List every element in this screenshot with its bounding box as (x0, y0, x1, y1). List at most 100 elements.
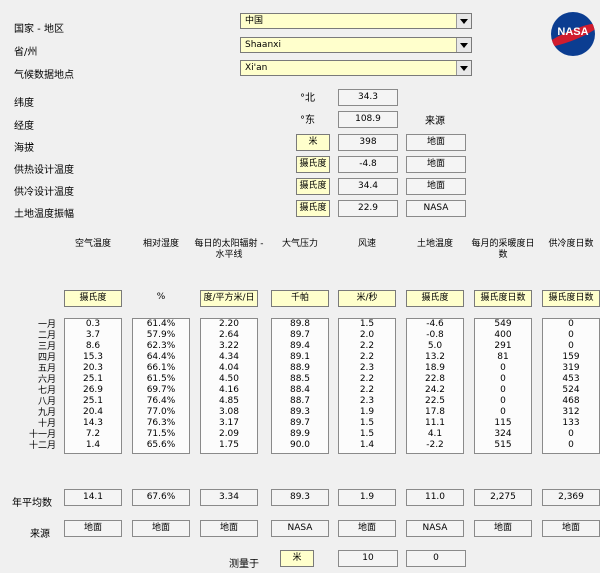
nasa-logo: NASA (551, 12, 595, 56)
annual-value: 14.1 (64, 489, 122, 506)
cool-design-unit[interactable]: 摄氏度 (296, 178, 330, 195)
monthly-value: 71.5% (146, 429, 176, 439)
country-value: 中国 (245, 16, 264, 26)
monthly-value: 0 (500, 396, 506, 406)
cool-design-value: 34.4 (338, 178, 398, 195)
monthly-value: 0 (568, 429, 574, 439)
monthly-value: 1.5 (359, 418, 375, 428)
monthly-value: 24.2 (424, 385, 446, 395)
country-select[interactable]: 中国 (240, 13, 472, 29)
month-labels: 一月 二月 三月 四月 五月 六月 七月 八月 九月 十月 十一月 十二月 (18, 320, 56, 452)
column-source: NASA (271, 520, 329, 537)
column-unit[interactable]: 摄氏度 (64, 290, 122, 307)
annual-value: 1.9 (338, 489, 396, 506)
elevation-label: 海拔 (14, 143, 34, 154)
monthly-value: 1.75 (218, 440, 240, 450)
monthly-value: 319 (562, 363, 580, 373)
monthly-value: 89.4 (289, 341, 311, 351)
heat-design-label: 供热设计温度 (14, 165, 74, 176)
monthly-value: 25.1 (82, 374, 104, 384)
monthly-values-column: 1.5 2.0 2.2 2.2 2.3 2.2 2.2 2.3 1.9 1.5 1.5 1.4 (338, 318, 396, 454)
column-source: 地面 (338, 520, 396, 537)
monthly-value: 1.5 (359, 319, 375, 329)
monthly-value: 61.5% (146, 374, 176, 384)
annual-value: 11.0 (406, 489, 464, 506)
monthly-value: 4.50 (218, 374, 240, 384)
monthly-value: -2.2 (426, 440, 444, 450)
latitude-value: 34.3 (338, 89, 398, 106)
monthly-value: 2.2 (359, 341, 375, 351)
source-header: 来源 (425, 116, 445, 127)
monthly-values-column: 549 400 291 81 0 0 0 0 0 115 324 515 (474, 318, 532, 454)
monthly-value: 0 (568, 330, 574, 340)
monthly-value: 5.0 (427, 341, 443, 351)
annual-value: 67.6% (132, 489, 190, 506)
monthly-value: 61.4% (146, 319, 176, 329)
monthly-value: 89.9 (289, 429, 311, 439)
annual-value: 3.34 (200, 489, 258, 506)
month-label: 十月 (37, 419, 56, 429)
heat-design-unit[interactable]: 摄氏度 (296, 156, 330, 173)
monthly-value: 2.09 (218, 429, 240, 439)
monthly-value: 13.2 (424, 352, 446, 362)
monthly-value: 468 (562, 396, 580, 406)
month-label: 二月 (37, 331, 56, 341)
monthly-value: 8.6 (85, 341, 101, 351)
chevron-down-icon[interactable] (456, 61, 471, 75)
column-header: 空气温度 (74, 239, 111, 249)
ground-amp-label: 土地温度振幅 (14, 209, 74, 220)
ground-amp-unit[interactable]: 摄氏度 (296, 200, 330, 217)
monthly-value: 77.0% (146, 407, 176, 417)
column-header: 每日的太阳辐射 - 水平线 (194, 239, 264, 260)
station-value: Xi'an (245, 63, 268, 73)
column-unit[interactable]: 度/平方米/日 (200, 290, 258, 307)
chevron-down-icon[interactable] (456, 14, 471, 28)
source-label: 来源 (30, 529, 50, 540)
monthly-value: 0 (500, 374, 506, 384)
annual-label: 年平均数 (12, 498, 52, 509)
annual-value: 2,275 (474, 489, 532, 506)
chevron-down-icon[interactable] (456, 38, 471, 52)
measured-at-label: 测量于 (229, 559, 259, 570)
column-source: 地面 (542, 520, 600, 537)
monthly-value: 0 (568, 341, 574, 351)
ground-amp-source: NASA (406, 200, 466, 217)
month-label: 十二月 (28, 441, 56, 451)
monthly-value: 400 (494, 330, 512, 340)
elevation-source: 地面 (406, 134, 466, 151)
monthly-value: 0.3 (85, 319, 101, 329)
annual-value: 89.3 (271, 489, 329, 506)
monthly-value: 3.08 (218, 407, 240, 417)
province-value: Shaanxi (245, 40, 281, 50)
column-unit[interactable]: 摄氏度日数 (542, 290, 600, 307)
column-unit[interactable]: 米/秒 (338, 290, 396, 307)
monthly-value: 0 (500, 385, 506, 395)
monthly-value: 89.3 (289, 407, 311, 417)
month-label: 七月 (37, 386, 56, 396)
measured-unit[interactable]: 米 (280, 550, 314, 567)
monthly-value: 66.1% (146, 363, 176, 373)
monthly-value: 89.1 (289, 352, 311, 362)
month-label: 一月 (37, 320, 56, 330)
monthly-value: 22.5 (424, 396, 446, 406)
station-select[interactable]: Xi'an (240, 60, 472, 76)
monthly-value: 549 (494, 319, 512, 329)
monthly-value: 89.7 (289, 330, 311, 340)
elevation-unit[interactable]: 米 (296, 134, 330, 151)
latitude-label: 纬度 (14, 98, 34, 109)
ground-amp-value: 22.9 (338, 200, 398, 217)
monthly-value: 312 (562, 407, 580, 417)
annual-value: 2,369 (542, 489, 600, 506)
monthly-value: 65.6% (146, 440, 176, 450)
heat-design-value: -4.8 (338, 156, 398, 173)
column-source: 地面 (64, 520, 122, 537)
column-unit[interactable]: 千帕 (271, 290, 329, 307)
cool-design-source: 地面 (406, 178, 466, 195)
month-label: 九月 (37, 408, 56, 418)
monthly-value: 115 (494, 418, 512, 428)
column-unit[interactable]: 摄氏度日数 (474, 290, 532, 307)
column-unit[interactable]: 摄氏度 (406, 290, 464, 307)
monthly-value: 76.3% (146, 418, 176, 428)
province-select[interactable]: Shaanxi (240, 37, 472, 53)
monthly-value: 18.9 (424, 363, 446, 373)
